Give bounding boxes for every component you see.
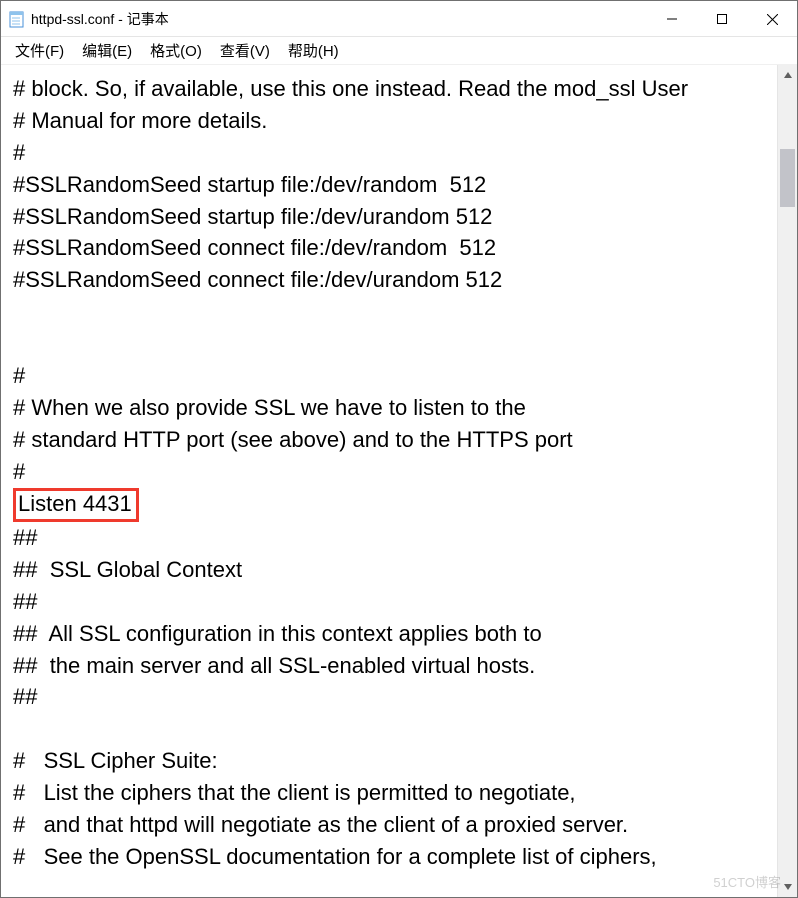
menu-bar: 文件(F) 编辑(E) 格式(O) 查看(V) 帮助(H) [1, 37, 797, 65]
window-title: httpd-ssl.conf - 记事本 [31, 9, 647, 29]
scroll-up-arrow-icon[interactable] [778, 65, 797, 85]
text-line: #SSLRandomSeed connect file:/dev/urandom… [13, 267, 502, 292]
title-bar: httpd-ssl.conf - 记事本 [1, 1, 797, 37]
text-line: # standard HTTP port (see above) and to … [13, 427, 573, 452]
text-line: ## All SSL configuration in this context… [13, 621, 542, 646]
text-line: ## SSL Global Context [13, 557, 242, 582]
text-line: # See the OpenSSL documentation for a co… [13, 844, 657, 869]
text-line: # and that httpd will negotiate as the c… [13, 812, 628, 837]
menu-help[interactable]: 帮助(H) [280, 38, 347, 63]
highlighted-listen-line: Listen 4431 [13, 488, 139, 522]
text-line: # block. So, if available, use this one … [13, 76, 688, 101]
close-button[interactable] [747, 1, 797, 37]
minimize-button[interactable] [647, 1, 697, 37]
text-line: # [13, 140, 25, 165]
text-line: ## the main server and all SSL-enabled v… [13, 653, 535, 678]
text-line: ## [13, 589, 37, 614]
text-line: #SSLRandomSeed startup file:/dev/urandom… [13, 204, 492, 229]
text-line: # SSL Cipher Suite: [13, 748, 218, 773]
maximize-button[interactable] [697, 1, 747, 37]
text-line: ## [13, 684, 37, 709]
text-line: # List the ciphers that the client is pe… [13, 780, 576, 805]
menu-edit[interactable]: 编辑(E) [74, 38, 140, 63]
text-line: # [13, 363, 25, 388]
text-line: #SSLRandomSeed startup file:/dev/random … [13, 172, 486, 197]
content-wrap: # block. So, if available, use this one … [1, 65, 797, 897]
menu-file[interactable]: 文件(F) [7, 38, 72, 63]
text-line: #SSLRandomSeed connect file:/dev/random … [13, 235, 496, 260]
text-line: # [13, 459, 25, 484]
text-line: # When we also provide SSL we have to li… [13, 395, 526, 420]
scroll-thumb[interactable] [780, 149, 795, 207]
scroll-down-arrow-icon[interactable] [778, 877, 797, 897]
window-controls [647, 1, 797, 36]
text-line: ## [13, 525, 37, 550]
text-line: # Manual for more details. [13, 108, 267, 133]
menu-format[interactable]: 格式(O) [142, 38, 210, 63]
menu-view[interactable]: 查看(V) [212, 38, 278, 63]
vertical-scrollbar[interactable] [777, 65, 797, 897]
notepad-icon [9, 10, 25, 28]
text-area[interactable]: # block. So, if available, use this one … [1, 65, 777, 897]
